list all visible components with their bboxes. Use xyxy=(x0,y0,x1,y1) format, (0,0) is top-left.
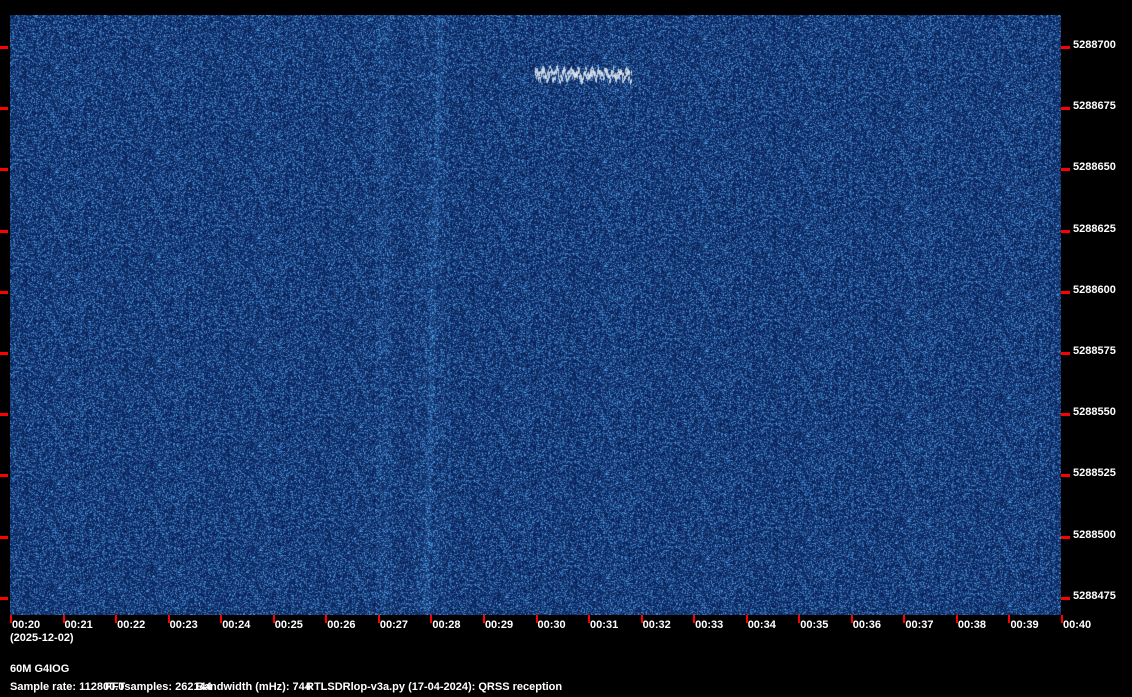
y-tick-label: 5288600 xyxy=(1073,283,1116,296)
y-tick-right xyxy=(1061,45,1070,49)
spectrogram-plot xyxy=(10,15,1061,615)
x-tick-label: 00:25 xyxy=(274,619,303,631)
x-tick-label: 00:22 xyxy=(117,619,146,631)
y-tick-label: 5288700 xyxy=(1073,38,1116,51)
x-tick-label: 00:30 xyxy=(537,619,566,631)
y-tick-left xyxy=(0,290,8,294)
y-tick-right xyxy=(1061,474,1070,478)
bandwidth-label: Bandwidth (mHz): 744 xyxy=(196,681,311,693)
y-tick-right xyxy=(1061,229,1070,233)
y-tick-left xyxy=(0,596,8,600)
y-tick-right xyxy=(1061,168,1070,172)
x-tick-label: 00:34 xyxy=(747,619,776,631)
x-tick-label: 00:28 xyxy=(432,619,461,631)
y-tick-label: 5288525 xyxy=(1073,467,1116,480)
x-tick-label: 00:32 xyxy=(642,619,671,631)
y-tick-label: 5288650 xyxy=(1073,161,1116,174)
x-tick-label: 00:40 xyxy=(1063,619,1092,631)
x-tick-label: 00:27 xyxy=(379,619,408,631)
x-tick-label: 00:20 xyxy=(12,619,41,631)
x-tick-label: 00:33 xyxy=(695,619,724,631)
y-tick-left xyxy=(0,413,8,417)
x-tick-label: 00:38 xyxy=(957,619,987,631)
x-tick-label: 00:36 xyxy=(852,619,881,631)
y-tick-right xyxy=(1061,351,1070,355)
y-tick-right xyxy=(1061,413,1070,417)
x-tick-label: 00:24 xyxy=(222,619,251,631)
date-label: (2025-12-02) xyxy=(10,632,74,644)
station-label: 60M G4IOG xyxy=(10,663,70,675)
x-tick-label: 00:39 xyxy=(1010,619,1039,631)
x-tick-label: 00:21 xyxy=(64,619,93,631)
y-tick-right xyxy=(1061,535,1070,539)
x-tick-label: 00:29 xyxy=(484,619,514,631)
y-tick-left xyxy=(0,351,8,355)
y-tick-right xyxy=(1061,107,1070,111)
y-tick-right xyxy=(1061,596,1070,600)
x-tick-label: 00:23 xyxy=(169,619,198,631)
y-tick-label: 5288500 xyxy=(1073,528,1116,541)
program-label: RTLSDRlop-v3a.py (17-04-2024): QRSS rece… xyxy=(306,681,563,693)
x-tick-label: 00:26 xyxy=(327,619,356,631)
y-tick-left xyxy=(0,474,8,478)
x-tick-label: 00:31 xyxy=(590,619,619,631)
y-tick-left xyxy=(0,535,8,539)
y-tick-label: 5288475 xyxy=(1073,589,1116,602)
y-tick-left xyxy=(0,229,8,233)
x-tick-label: 00:37 xyxy=(905,619,934,631)
y-tick-left xyxy=(0,107,8,111)
y-tick-right xyxy=(1061,290,1070,294)
y-tick-left xyxy=(0,168,8,172)
y-tick-label: 5288550 xyxy=(1073,406,1116,419)
x-tick-label: 00:35 xyxy=(800,619,829,631)
y-tick-label: 5288625 xyxy=(1073,222,1116,235)
y-tick-label: 5288675 xyxy=(1073,100,1116,113)
y-tick-label: 5288575 xyxy=(1073,344,1116,357)
y-tick-left xyxy=(0,45,8,49)
